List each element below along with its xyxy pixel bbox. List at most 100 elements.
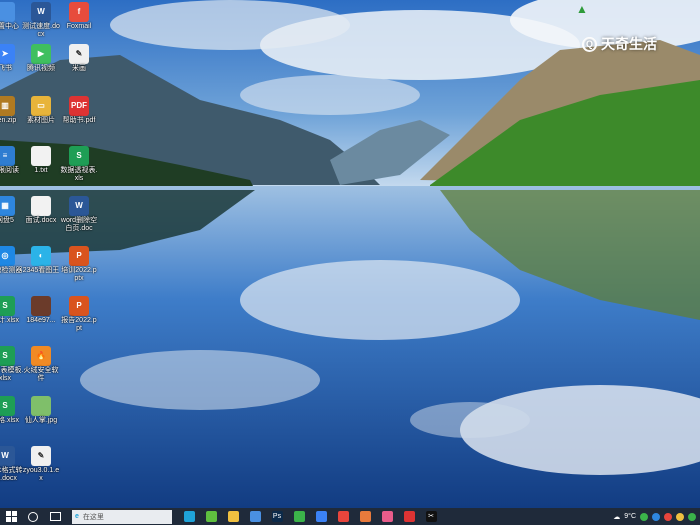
taskbar-search-input[interactable]: e 在这里 bbox=[72, 509, 172, 524]
watermark-text: 天奇生活 bbox=[601, 36, 657, 52]
desktop-icon[interactable]: PDF 帮助书.pdf bbox=[60, 96, 98, 125]
desktop-icon[interactable]: Wword删除空白页.doc bbox=[60, 196, 98, 233]
desktop-icon-label: 工资表模板.xlsx bbox=[0, 367, 24, 382]
desktop-icon[interactable]: ◐ 2345看图王 bbox=[22, 246, 60, 275]
desktop-icon[interactable]: W 测试速度.docx bbox=[22, 2, 60, 39]
file-icon: PDF bbox=[69, 96, 89, 116]
desktop-icon-label: 学术格式转换.docx bbox=[0, 467, 23, 482]
weather-temperature[interactable]: 9°C bbox=[624, 513, 636, 520]
desktop-icon-label: 表格.xlsx bbox=[0, 417, 19, 424]
desktop-icon[interactable]: W学术格式转换.docx bbox=[0, 446, 24, 483]
wps-icon bbox=[337, 511, 349, 522]
desktop-icon[interactable]: ✎ zyou3.0.1.ex bbox=[22, 446, 60, 483]
desktop-icon-label: 米画 bbox=[72, 65, 86, 72]
tray-app-icon[interactable] bbox=[688, 512, 696, 521]
taskbar-app-wps[interactable] bbox=[332, 508, 354, 525]
wechat-icon bbox=[293, 511, 305, 522]
tray-app-icon[interactable] bbox=[676, 512, 684, 521]
desktop-icon-label: zyou3.0.1.ex bbox=[22, 467, 60, 482]
file-icon: W bbox=[31, 2, 51, 22]
desktop-icon-label: 数据透视表.xls bbox=[60, 167, 98, 182]
start-button[interactable] bbox=[0, 508, 22, 525]
desktop-icon[interactable]: 面试.docx bbox=[22, 196, 60, 225]
desktop-icon-label: 2345看图王 bbox=[22, 267, 60, 274]
photoshop-icon: Ps bbox=[271, 511, 283, 522]
tray-app-icon[interactable] bbox=[664, 512, 672, 521]
system-tray: ☁ 9°C bbox=[613, 508, 700, 525]
taskbar-app-green-app[interactable] bbox=[200, 508, 222, 525]
desktop-icon[interactable]: S 数据透视表.xls bbox=[60, 146, 98, 183]
taskbar-app-app-orange[interactable] bbox=[354, 508, 376, 525]
desktop-icon-label: hen.zip bbox=[0, 117, 17, 124]
file-icon: ≡ bbox=[0, 146, 15, 166]
desktop-icon-label: 仙人掌.jpg bbox=[24, 417, 58, 424]
file-icon: P bbox=[69, 296, 89, 316]
desktop-icon-label: 腾讯视频 bbox=[27, 65, 55, 72]
desktop-wallpaper bbox=[0, 0, 700, 508]
desktop-icon-label: 1.txt bbox=[34, 167, 48, 174]
desktop-icon[interactable]: 仙人掌.jpg bbox=[22, 396, 60, 425]
file-icon: ✎ bbox=[31, 446, 51, 466]
taskbar-app-photoshop[interactable]: Ps bbox=[266, 508, 288, 525]
app-orange-icon bbox=[359, 511, 371, 522]
tray-app-icon[interactable] bbox=[652, 512, 660, 521]
file-icon: ▦ bbox=[0, 196, 15, 216]
desktop-icon-label: Foxmail bbox=[66, 23, 92, 30]
taskbar-app-app-red[interactable] bbox=[398, 508, 420, 525]
desktop-icon[interactable]: ▦网盘5 bbox=[0, 196, 24, 225]
file-icon bbox=[31, 296, 51, 316]
desktop-icon[interactable]: S统计.xlsx bbox=[0, 296, 24, 325]
file-icon: ◎ bbox=[0, 246, 15, 266]
desktop-icon[interactable]: ✎ 米画 bbox=[60, 44, 98, 73]
desktop-icon[interactable]: 184e97... bbox=[22, 296, 60, 325]
green-app-icon bbox=[205, 511, 217, 522]
taskbar-app-store[interactable] bbox=[244, 508, 266, 525]
desktop-icon[interactable]: 🔥 火绒安全软件 bbox=[22, 346, 60, 383]
taskbar-app-explorer[interactable] bbox=[222, 508, 244, 525]
file-icon: W bbox=[0, 446, 15, 466]
windows-logo-icon bbox=[5, 511, 17, 522]
desktop-icon[interactable]: P 培训2022.pptx bbox=[60, 246, 98, 283]
taskbar-app-feishu[interactable] bbox=[310, 508, 332, 525]
desktop-icon[interactable]: ➤ 飞书 bbox=[0, 44, 24, 73]
file-icon: ▶ bbox=[31, 44, 51, 64]
desktop-icon[interactable]: S工资表模板.xlsx bbox=[0, 346, 24, 383]
desktop-icon[interactable]: ▭ 素材图片 bbox=[22, 96, 60, 125]
capcut-icon: ✂ bbox=[425, 511, 437, 522]
cloud-icon: ☁ bbox=[613, 513, 621, 521]
desktop-icon-label: word删除空白页.doc bbox=[60, 217, 98, 232]
taskbar-app-list: Ps ✂ bbox=[178, 508, 442, 525]
file-icon: S bbox=[69, 146, 89, 166]
desktop-icon[interactable]: P 报告2022.ppt bbox=[60, 296, 98, 333]
tray-app-icon[interactable] bbox=[640, 512, 648, 521]
watermark-logo-icon: Q bbox=[582, 36, 597, 52]
desktop-icon-label: 无限阅读 bbox=[0, 167, 19, 174]
desktop-icon-label: 培训2022.pptx bbox=[61, 267, 97, 282]
file-icon: S bbox=[0, 346, 15, 366]
desktop-icon[interactable]: 1.txt bbox=[22, 146, 60, 175]
desktop-icon-label: 网速检测器 bbox=[0, 267, 23, 274]
desktop-icon[interactable]: S表格.xlsx bbox=[0, 396, 24, 425]
taskbar-app-app-pink[interactable] bbox=[376, 508, 398, 525]
task-view-button[interactable] bbox=[44, 508, 66, 525]
taskbar-app-edge[interactable] bbox=[178, 508, 200, 525]
taskbar-app-capcut[interactable]: ✂ bbox=[420, 508, 442, 525]
file-icon bbox=[0, 2, 15, 22]
desktop-icon-label: 设置中心 bbox=[0, 23, 19, 30]
desktop-icon[interactable]: ▶ 腾讯视频 bbox=[22, 44, 60, 73]
circle-icon bbox=[28, 511, 38, 522]
file-icon: W bbox=[69, 196, 89, 216]
desktop-icon[interactable]: 设置中心 bbox=[0, 2, 24, 31]
desktop-icon[interactable]: f Foxmail bbox=[60, 2, 98, 31]
search-placeholder: 在这里 bbox=[82, 513, 104, 521]
file-icon: f bbox=[69, 2, 89, 22]
taskbar-app-wechat[interactable] bbox=[288, 508, 310, 525]
cortana-button[interactable] bbox=[22, 508, 44, 525]
desktop-icon-label: 报告2022.ppt bbox=[61, 317, 97, 332]
file-icon: ✎ bbox=[69, 44, 89, 64]
file-icon: ◐ bbox=[31, 246, 51, 266]
desktop-icon[interactable]: ▥hen.zip bbox=[0, 96, 24, 125]
desktop-icon[interactable]: ◎网速检测器 bbox=[0, 246, 24, 275]
app-pink-icon bbox=[381, 511, 393, 522]
desktop-icon[interactable]: ≡无限阅读 bbox=[0, 146, 24, 175]
